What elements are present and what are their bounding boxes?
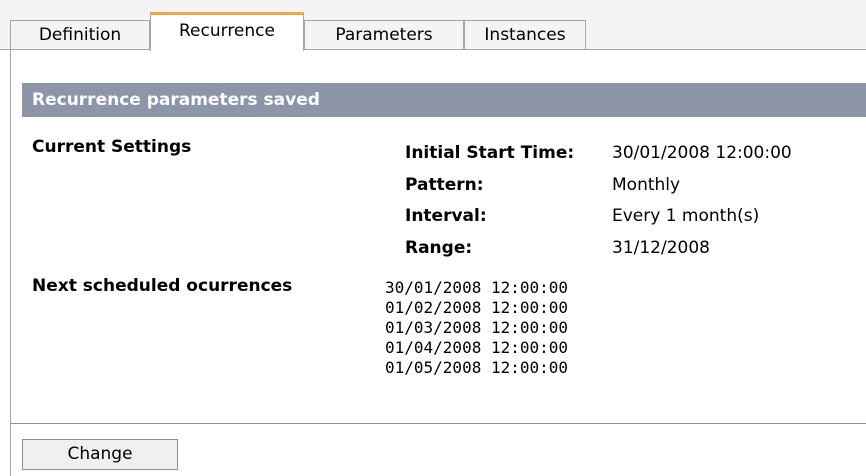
status-banner: Recurrence parameters saved	[22, 83, 866, 117]
panel-border	[10, 50, 11, 476]
interval-label: Interval:	[405, 206, 487, 226]
change-button[interactable]: Change	[22, 439, 178, 470]
list-item: 01/03/2008 12:00:00	[385, 318, 569, 337]
initial-start-time-value: 30/01/2008 12:00:00	[612, 143, 792, 163]
tab-recurrence[interactable]: Recurrence	[150, 12, 304, 51]
tab-instances[interactable]: Instances	[464, 20, 586, 50]
tab-parameters[interactable]: Parameters	[304, 20, 464, 50]
pattern-label: Pattern:	[405, 175, 484, 195]
range-value: 31/12/2008	[612, 238, 710, 258]
next-occurrences-heading: Next scheduled ocurrences	[32, 276, 293, 296]
recurrence-page: Definition Recurrence Parameters Instanc…	[0, 0, 866, 476]
tab-strip: Definition Recurrence Parameters Instanc…	[0, 0, 866, 51]
initial-start-time-label: Initial Start Time:	[405, 143, 575, 163]
range-label: Range:	[405, 238, 473, 258]
current-settings-heading: Current Settings	[32, 137, 192, 157]
list-item: 30/01/2008 12:00:00	[385, 278, 569, 297]
interval-value: Every 1 month(s)	[612, 206, 760, 226]
tab-definition[interactable]: Definition	[10, 20, 150, 50]
tab-strip-baseline	[0, 49, 866, 50]
list-item: 01/04/2008 12:00:00	[385, 338, 569, 357]
list-item: 01/05/2008 12:00:00	[385, 358, 569, 377]
list-item: 01/02/2008 12:00:00	[385, 298, 569, 317]
occurrence-list: 30/01/2008 12:00:00 01/02/2008 12:00:00 …	[385, 278, 568, 378]
section-divider	[11, 423, 866, 424]
pattern-value: Monthly	[612, 175, 681, 195]
